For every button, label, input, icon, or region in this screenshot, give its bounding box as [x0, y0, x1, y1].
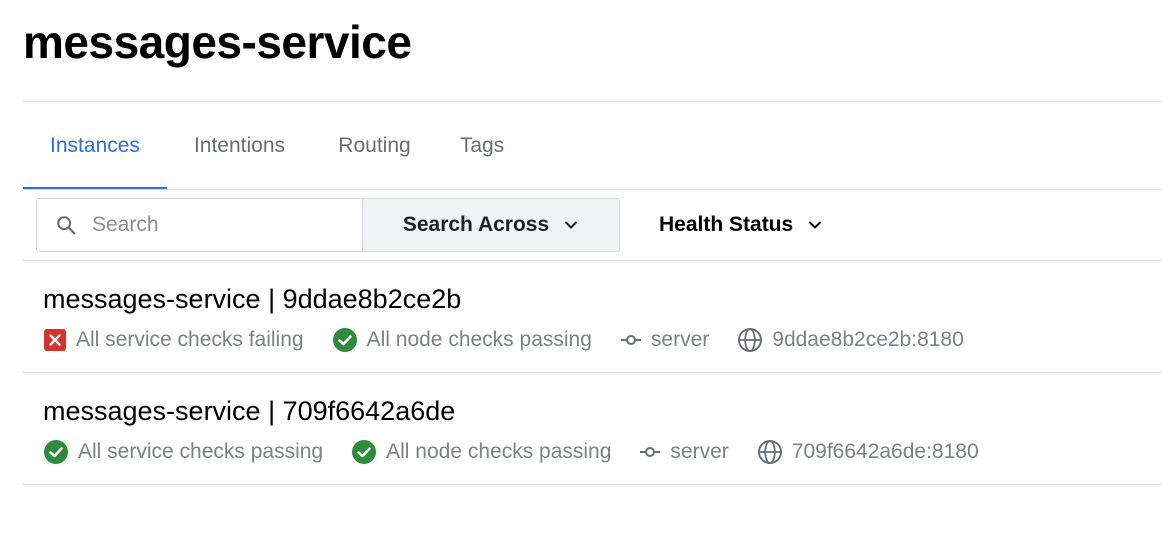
address-text: 9ddae8b2ce2b:8180: [772, 328, 964, 351]
tab-instances[interactable]: Instances: [23, 102, 167, 190]
tab-routing[interactable]: Routing: [334, 102, 415, 190]
search-across-label: Search Across: [402, 213, 550, 236]
node-text: server: [670, 440, 729, 463]
globe-icon: [757, 440, 782, 464]
list-item[interactable]: messages-service | 709f6642a6de All serv…: [23, 373, 1162, 485]
tab-bar: Instances Intentions Routing Tags: [23, 102, 1162, 190]
git-commit-icon: [620, 335, 641, 345]
node-checks-status: All node checks passing: [351, 439, 611, 465]
search-icon: [57, 216, 76, 235]
git-commit-icon: [640, 447, 661, 457]
node-checks-text: All node checks passing: [386, 440, 612, 463]
tab-tags[interactable]: Tags: [457, 102, 507, 190]
service-checks-status: All service checks passing: [43, 439, 323, 465]
search-field[interactable]: [36, 198, 362, 252]
node-name: server: [639, 440, 729, 464]
node-checks-status: All node checks passing: [332, 327, 592, 353]
node-text: server: [650, 328, 710, 351]
node-checks-text: All node checks passing: [366, 328, 592, 351]
x-square-icon: [44, 329, 66, 351]
address-text: 709f6642a6de:8180: [791, 440, 979, 463]
page-title: messages-service: [23, 16, 412, 68]
instance-address: 709f6642a6de:8180: [757, 439, 979, 465]
row-divider: [23, 484, 1162, 485]
list-item[interactable]: messages-service | 9ddae8b2ce2b All serv…: [23, 261, 1162, 373]
service-checks-status: All service checks failing: [43, 328, 304, 352]
instance-name[interactable]: messages-service | 709f6642a6de: [43, 395, 455, 427]
instance-meta: All service checks failing All node chec…: [43, 327, 992, 353]
health-status-dropdown[interactable]: Health Status: [659, 198, 823, 252]
service-checks-text: All service checks failing: [76, 328, 304, 351]
check-circle-icon: [352, 440, 377, 464]
search-input[interactable]: [92, 213, 342, 237]
instance-meta: All service checks passing All node chec…: [43, 439, 1007, 465]
search-across-dropdown[interactable]: Search Across: [362, 198, 620, 252]
chevron-down-icon: [809, 221, 822, 229]
check-circle-icon: [44, 440, 68, 464]
check-circle-icon: [332, 328, 357, 352]
service-detail-page: messages-service Instances Intentions Ro…: [0, 0, 1162, 552]
service-checks-text: All service checks passing: [78, 440, 324, 463]
instance-address: 9ddae8b2ce2b:8180: [737, 327, 964, 353]
tab-intentions[interactable]: Intentions: [187, 102, 292, 190]
chevron-down-icon: [565, 221, 578, 229]
health-status-label: Health Status: [659, 213, 794, 236]
tabs-divider: [23, 189, 1162, 190]
node-name: server: [620, 328, 709, 352]
globe-icon: [738, 328, 763, 352]
instance-name[interactable]: messages-service | 9ddae8b2ce2b: [43, 283, 461, 315]
